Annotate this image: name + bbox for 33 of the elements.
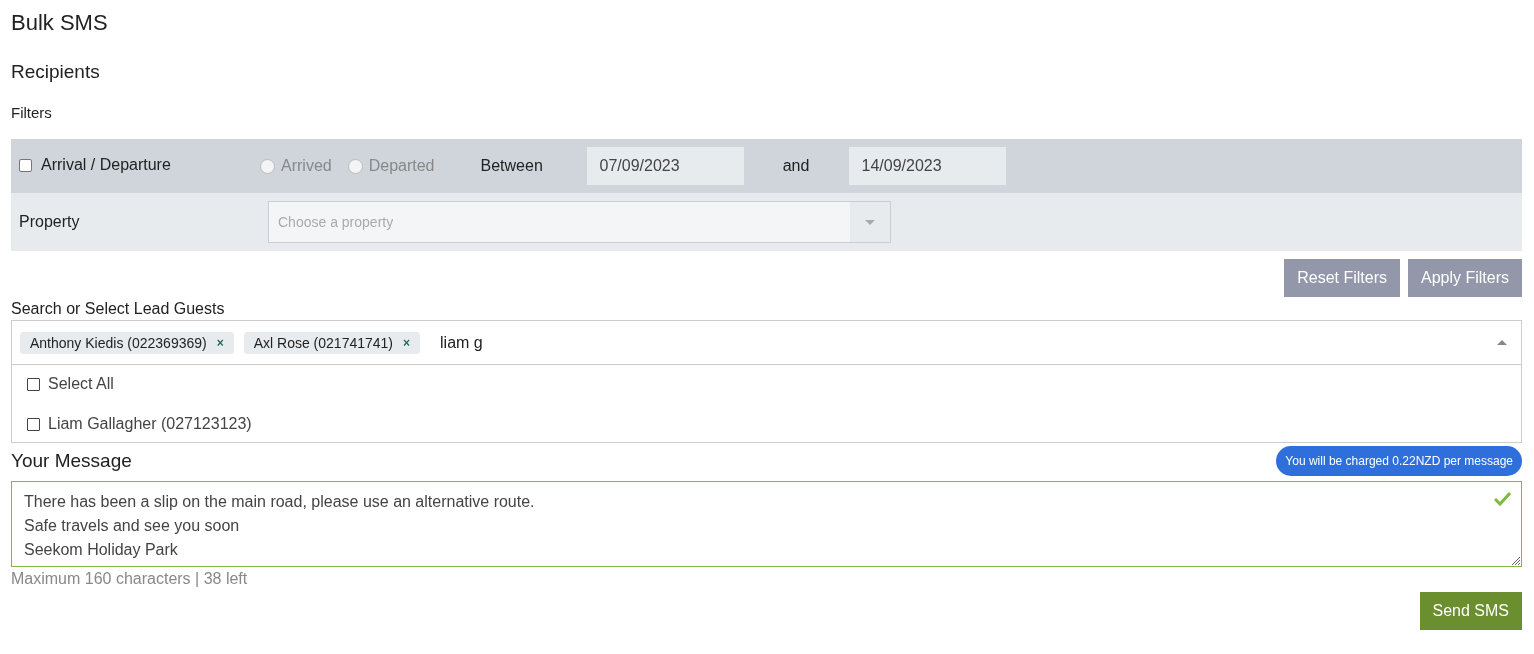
checkbox[interactable]: [19, 158, 32, 172]
checkbox[interactable]: [27, 377, 40, 391]
option-label[interactable]: Liam Gallagher (027123123): [48, 415, 252, 433]
tag-label: Axl Rose (021741741): [253, 334, 393, 351]
radio-button[interactable]: [260, 158, 275, 174]
search-input[interactable]: liam g: [438, 332, 1487, 353]
date-field[interactable]: 14/09/2023: [848, 147, 1006, 185]
resize-handle-icon[interactable]: [1511, 556, 1520, 565]
and-label: and: [781, 157, 811, 175]
page-title: Bulk SMS: [11, 10, 109, 36]
option-label[interactable]: Select All: [48, 375, 114, 393]
guest-search-field[interactable]: Anthony Kiedis (022369369) × Axl Rose (021741741) × liam g: [11, 320, 1522, 365]
section-heading: Your Message: [11, 450, 132, 472]
message-field[interactable]: There has been a slip on the main road, please use an alternative route. Safe travels and see you soon Seekom Holiday Park: [11, 481, 1522, 567]
checkbox[interactable]: [27, 417, 40, 431]
character-count: Maximum 160 characters | 38 left: [11, 570, 248, 588]
checkbox-label: Arrival / Departure: [41, 156, 171, 175]
remove-tag-button[interactable]: ×: [216, 335, 224, 350]
tag-label: Anthony Kiedis (022369369): [30, 334, 207, 351]
remove-tag-button[interactable]: ×: [403, 335, 411, 350]
property-label: Property: [19, 213, 81, 231]
field-label: Search or Select Lead Guests: [11, 300, 225, 318]
dropdown-caret-icon: [1497, 340, 1507, 345]
radio-label: Departed: [368, 157, 435, 175]
radio-label: Arrived: [281, 157, 332, 175]
section-heading: Recipients: [11, 60, 101, 84]
filters-label: Filters: [11, 104, 52, 122]
dropdown-caret-icon: [865, 219, 875, 225]
date-field[interactable]: 07/09/2023: [586, 147, 744, 185]
between-label: Between: [480, 157, 544, 175]
charge-badge: You will be charged 0.22NZD per message: [1276, 446, 1522, 476]
send-button[interactable]: Send SMS: [1419, 592, 1522, 630]
radio-button[interactable]: [347, 158, 363, 174]
